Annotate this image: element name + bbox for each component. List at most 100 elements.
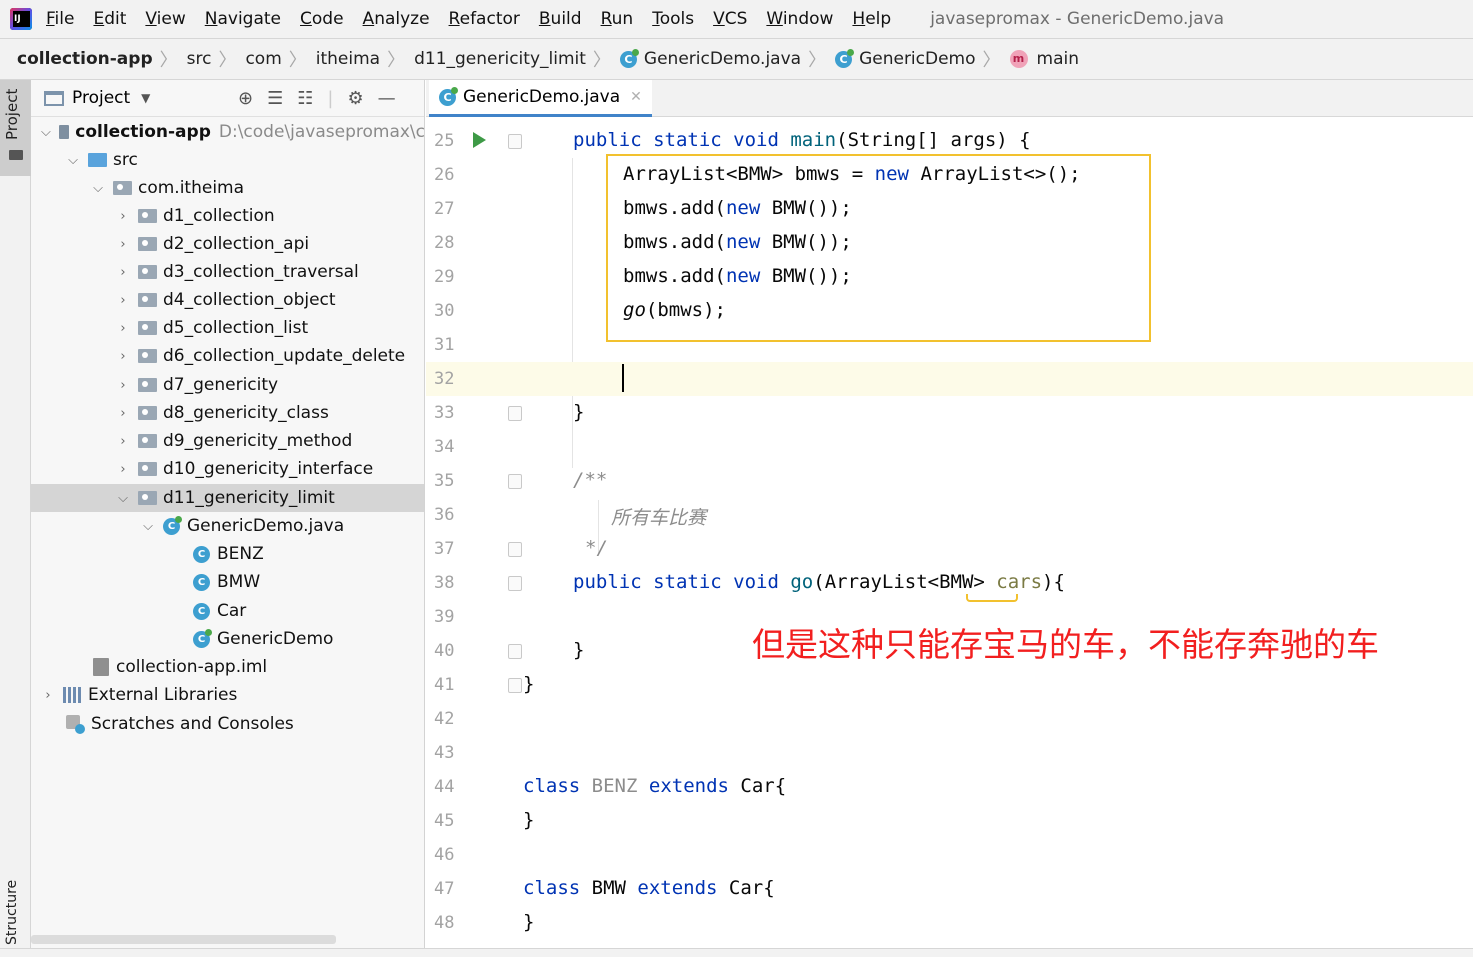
tree-item-package[interactable]: › d7_genericity <box>31 371 424 399</box>
chevron-right-icon[interactable]: › <box>116 434 130 449</box>
chevron-down-icon[interactable]: ⌵ <box>141 519 155 534</box>
breadcrumb-item-com[interactable]: com <box>245 49 281 69</box>
gear-icon[interactable]: ⚙ <box>347 88 363 109</box>
breadcrumb-item-class[interactable]: C GenericDemo <box>835 48 976 69</box>
tree-item-package[interactable]: › d1_collection <box>31 202 424 230</box>
window-title: javasepromax - GenericDemo.java <box>930 9 1225 29</box>
chevron-right-icon[interactable]: › <box>116 462 130 477</box>
breadcrumb-file-label: GenericDemo.java <box>643 49 802 69</box>
tree-item-src[interactable]: ⌵ src <box>31 146 424 174</box>
menu-help[interactable]: Help <box>852 9 891 29</box>
tab-genericdemo-java[interactable]: C GenericDemo.java ✕ <box>429 80 652 117</box>
collapse-all-icon[interactable]: ☷ <box>297 88 313 109</box>
line-number: 37 <box>434 539 455 559</box>
chevron-right-icon[interactable]: › <box>116 237 130 252</box>
chevron-right-icon: 〉 <box>159 50 178 71</box>
tree-item-iml[interactable]: collection-app.iml <box>31 653 424 681</box>
chevron-right-icon[interactable]: › <box>116 265 130 280</box>
project-tool-window-button[interactable]: Project <box>0 80 31 176</box>
chevron-right-icon[interactable]: › <box>116 293 130 308</box>
menu-run[interactable]: Run <box>601 9 634 29</box>
locate-file-icon[interactable]: ⊕ <box>238 88 253 109</box>
project-view-selector[interactable]: Project <box>72 88 130 108</box>
code-line-current: 32 <box>426 362 1473 396</box>
package-icon <box>138 406 157 420</box>
breadcrumb-item-file[interactable]: C GenericDemo.java <box>619 48 802 69</box>
tree-item-package[interactable]: › d2_collection_api <box>31 230 424 258</box>
chevron-right-icon[interactable]: › <box>116 321 130 336</box>
fold-icon[interactable] <box>508 134 522 149</box>
breadcrumb-item-method[interactable]: m main <box>1009 49 1079 69</box>
code-line: 25 public static void main(String[] args… <box>426 124 1473 158</box>
tree-item-package[interactable]: › d4_collection_object <box>31 286 424 314</box>
tree-item-package[interactable]: › d3_collection_traversal <box>31 258 424 286</box>
tree-item-package[interactable]: › d8_genericity_class <box>31 399 424 427</box>
fold-icon[interactable] <box>508 542 522 557</box>
chevron-down-icon[interactable]: ⌵ <box>91 181 105 196</box>
tree-item-label: d7_genericity <box>163 375 279 395</box>
tree-item-external-libraries[interactable]: › External Libraries <box>31 681 424 709</box>
expand-all-icon[interactable]: ☰ <box>267 88 283 109</box>
breadcrumb-item-package[interactable]: d11_genericity_limit <box>414 49 586 69</box>
module-file-icon <box>93 658 109 676</box>
package-icon <box>138 434 157 448</box>
tree-item-file[interactable]: ⌵ C GenericDemo.java <box>31 512 424 540</box>
breadcrumb-item-itheima[interactable]: itheima <box>316 49 380 69</box>
code-line: 48 } <box>426 906 1473 940</box>
toolbar-divider: | <box>327 88 334 109</box>
breadcrumb-item-module[interactable]: collection-app <box>17 49 153 69</box>
menu-navigate[interactable]: Navigate <box>205 9 281 29</box>
menu-edit[interactable]: Edit <box>93 9 126 29</box>
fold-icon[interactable] <box>508 576 522 591</box>
menu-tools[interactable]: Tools <box>652 9 694 29</box>
horizontal-scrollbar[interactable] <box>31 935 336 944</box>
menu-code[interactable]: Code <box>300 9 344 29</box>
tree-item-class[interactable]: C GenericDemo <box>31 625 424 653</box>
fold-icon[interactable] <box>508 644 522 659</box>
menu-window[interactable]: Window <box>766 9 833 29</box>
tree-item-package[interactable]: › d9_genericity_method <box>31 427 424 455</box>
tree-item-class[interactable]: C Car <box>31 597 424 625</box>
menu-file[interactable]: File <box>46 9 74 29</box>
dropdown-arrow-icon[interactable]: ▼ <box>141 91 150 105</box>
chevron-down-icon[interactable]: ⌵ <box>116 491 130 506</box>
chevron-right-icon: 〉 <box>982 50 1001 71</box>
line-number: 38 <box>434 573 455 593</box>
close-icon[interactable]: ✕ <box>630 89 642 105</box>
menu-refactor[interactable]: Refactor <box>449 9 520 29</box>
code-text: } <box>523 911 535 933</box>
chevron-right-icon[interactable]: › <box>116 349 130 364</box>
chevron-right-icon[interactable]: › <box>116 378 130 393</box>
structure-tool-window-button[interactable]: Structure <box>4 880 20 945</box>
run-icon[interactable] <box>473 132 486 148</box>
chevron-down-icon[interactable]: ⌵ <box>66 153 80 168</box>
project-view-icon <box>44 90 64 106</box>
chevron-right-icon[interactable]: › <box>116 406 130 421</box>
menu-build[interactable]: Build <box>539 9 582 29</box>
code-editor[interactable]: C GenericDemo.java ✕ 25 public static vo… <box>426 80 1473 957</box>
fold-icon[interactable] <box>508 678 522 693</box>
tree-item-scratches[interactable]: Scratches and Consoles <box>31 710 424 738</box>
chevron-right-icon[interactable]: › <box>116 209 130 224</box>
menu-vcs[interactable]: VCS <box>713 9 747 29</box>
line-number: 33 <box>434 403 455 423</box>
hide-panel-icon[interactable]: — <box>378 88 396 109</box>
tree-item-class[interactable]: C BMW <box>31 568 424 596</box>
tree-item-package[interactable]: › d10_genericity_interface <box>31 455 424 483</box>
tree-item-module[interactable]: ⌵ collection-app D:\code\javasepromax\c <box>31 118 424 146</box>
code-line: 33 } <box>426 396 1473 430</box>
menu-analyze[interactable]: Analyze <box>363 9 430 29</box>
code-line: 46 <box>426 838 1473 872</box>
tree-item-package[interactable]: › d5_collection_list <box>31 314 424 342</box>
menu-view[interactable]: View <box>145 9 185 29</box>
tree-item-package[interactable]: › d6_collection_update_delete <box>31 342 424 370</box>
tree-item-class[interactable]: C BENZ <box>31 540 424 568</box>
tree-item-package-selected[interactable]: ⌵ d11_genericity_limit <box>31 484 424 512</box>
code-text: class BENZ extends Car{ <box>523 775 787 797</box>
breadcrumb-item-src[interactable]: src <box>187 49 212 69</box>
tree-item-package[interactable]: ⌵ com.itheima <box>31 174 424 202</box>
chevron-down-icon[interactable]: ⌵ <box>41 125 51 140</box>
fold-icon[interactable] <box>508 406 522 421</box>
fold-icon[interactable] <box>508 474 522 489</box>
chevron-right-icon[interactable]: › <box>41 688 55 703</box>
